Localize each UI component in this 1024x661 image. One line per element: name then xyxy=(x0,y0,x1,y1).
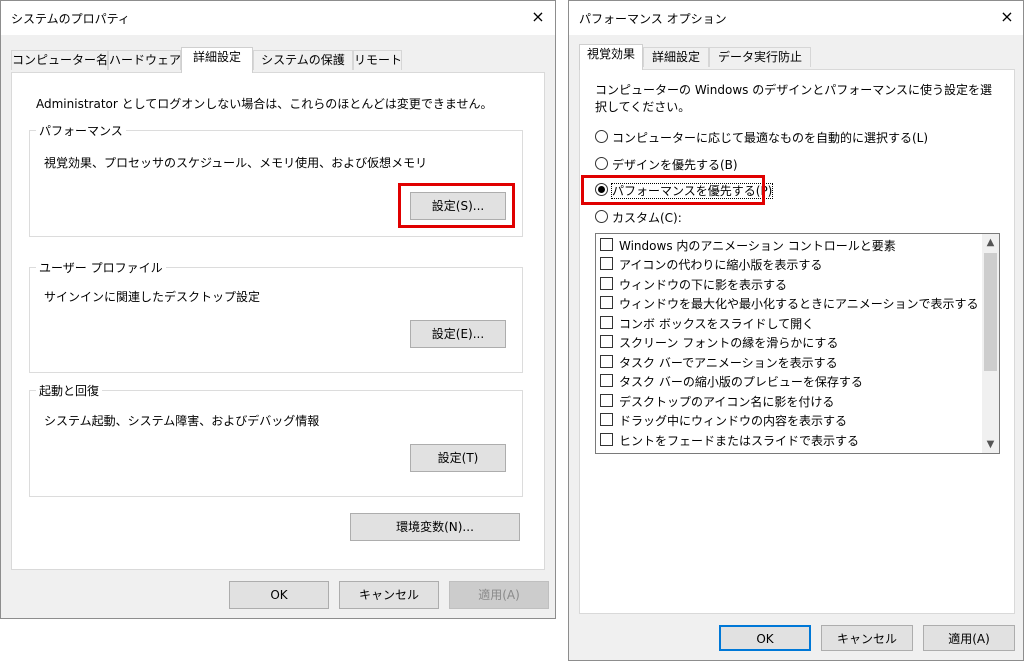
radio-button-selected[interactable] xyxy=(595,183,608,196)
tab-advanced[interactable]: 詳細設定 xyxy=(643,47,709,67)
scroll-up-icon[interactable]: ▲ xyxy=(982,234,999,251)
close-icon[interactable]: × xyxy=(523,6,553,28)
tab-remote[interactable]: リモート xyxy=(353,50,402,70)
checkbox[interactable] xyxy=(600,296,613,309)
startup-recovery-group: 起動と回復 システム起動、システム障害、およびデバッグ情報 設定(T) xyxy=(29,382,523,497)
ok-button[interactable]: OK xyxy=(229,581,329,609)
tab-visual-effects[interactable]: 視覚効果 xyxy=(579,44,643,70)
option-label: タスク バーの縮小版のプレビューを保存する xyxy=(619,375,863,389)
radio-best-performance[interactable]: パフォーマンスを優先する(P) xyxy=(595,182,774,200)
checkbox[interactable] xyxy=(600,374,613,387)
list-item[interactable]: ヒントをフェードまたはスライドで表示する xyxy=(600,432,859,450)
ok-button[interactable]: OK xyxy=(719,625,811,651)
user-profile-settings-button[interactable]: 設定(E)... xyxy=(410,320,506,348)
checkbox[interactable] xyxy=(600,394,613,407)
checkbox[interactable] xyxy=(600,335,613,348)
radio-button[interactable] xyxy=(595,157,608,170)
startup-recovery-description: システム起動、システム障害、およびデバッグ情報 xyxy=(44,414,320,428)
option-label: ウィンドウの下に影を表示する xyxy=(619,278,788,292)
radio-label: デザインを優先する(B) xyxy=(612,158,738,172)
tab-bar: 視覚効果 詳細設定 データ実行防止 xyxy=(579,44,819,70)
radio-label: コンピューターに応じて最適なものを自動的に選択する(L) xyxy=(612,131,929,145)
list-item[interactable]: Windows 内のアニメーション コントロールと要素 xyxy=(600,237,896,255)
title-bar: システムのプロパティ × xyxy=(1,1,555,35)
scroll-down-icon[interactable]: ▼ xyxy=(982,436,999,453)
environment-variables-button[interactable]: 環境変数(N)... xyxy=(350,513,520,541)
list-item[interactable]: ドラッグ中にウィンドウの内容を表示する xyxy=(600,412,847,430)
user-profile-group-title: ユーザー プロファイル xyxy=(36,259,166,276)
visual-effects-description: コンピューターの Windows のデザインとパフォーマンスに使う設定を選択して… xyxy=(595,83,992,114)
checkbox[interactable] xyxy=(600,257,613,270)
option-label: デスクトップのアイコン名に影を付ける xyxy=(619,395,835,409)
radio-label: パフォーマンスを優先する(P) xyxy=(610,183,774,199)
option-label: スクリーン フォントの縁を滑らかにする xyxy=(619,336,839,350)
user-profile-group: ユーザー プロファイル サインインに関連したデスクトップ設定 設定(E)... xyxy=(29,259,523,373)
advanced-panel: Administrator としてログオンしない場合は、これらのほとんどは変更で… xyxy=(11,72,545,570)
close-icon[interactable]: × xyxy=(992,6,1022,28)
dialog-title: パフォーマンス オプション xyxy=(579,12,727,26)
list-item[interactable]: コンボ ボックスをスライドして開く xyxy=(600,315,814,333)
checkbox[interactable] xyxy=(600,316,613,329)
radio-button[interactable] xyxy=(595,130,608,143)
performance-options-dialog: パフォーマンス オプション × 視覚効果 詳細設定 データ実行防止 コンピュータ… xyxy=(568,0,1024,661)
cancel-button[interactable]: キャンセル xyxy=(339,581,439,609)
option-label: Windows 内のアニメーション コントロールと要素 xyxy=(619,239,896,253)
list-item[interactable]: ウィンドウの下に影を表示する xyxy=(600,276,787,294)
title-bar: パフォーマンス オプション × xyxy=(569,1,1023,35)
performance-description: 視覚効果、プロセッサのスケジュール、メモリ使用、および仮想メモリ xyxy=(44,156,428,170)
checkbox[interactable] xyxy=(600,433,613,446)
admin-notice: Administrator としてログオンしない場合は、これらのほとんどは変更で… xyxy=(36,97,493,111)
tab-system-protection[interactable]: システムの保護 xyxy=(253,50,353,70)
tab-bar: コンピューター名 ハードウェア 詳細設定 システムの保護 リモート xyxy=(11,47,411,73)
radio-best-appearance[interactable]: デザインを優先する(B) xyxy=(595,156,738,174)
list-item[interactable]: スクリーン フォントの縁を滑らかにする xyxy=(600,334,838,352)
list-item[interactable]: タスク バーの縮小版のプレビューを保存する xyxy=(600,373,863,391)
radio-custom[interactable]: カスタム(C): xyxy=(595,209,682,227)
startup-recovery-settings-button[interactable]: 設定(T) xyxy=(410,444,506,472)
user-profile-description: サインインに関連したデスクトップ設定 xyxy=(44,290,261,304)
radio-label: カスタム(C): xyxy=(612,211,682,225)
radio-let-windows-choose[interactable]: コンピューターに応じて最適なものを自動的に選択する(L) xyxy=(595,129,928,147)
tab-data-execution-prevention[interactable]: データ実行防止 xyxy=(709,47,811,67)
tab-computer-name[interactable]: コンピューター名 xyxy=(11,50,108,70)
option-label: アイコンの代わりに縮小版を表示する xyxy=(619,258,823,272)
system-properties-dialog: システムのプロパティ × コンピューター名 ハードウェア 詳細設定 システムの保… xyxy=(0,0,556,619)
performance-group-title: パフォーマンス xyxy=(36,122,126,139)
tab-hardware[interactable]: ハードウェア xyxy=(108,50,181,70)
list-item[interactable]: ウィンドウを最大化や最小化するときにアニメーションで表示する xyxy=(600,295,979,313)
option-label: タスク バーでアニメーションを表示する xyxy=(619,356,838,370)
cancel-button[interactable]: キャンセル xyxy=(821,625,913,651)
checkbox[interactable] xyxy=(600,413,613,426)
scroll-thumb[interactable] xyxy=(984,253,997,371)
list-item[interactable]: タスク バーでアニメーションを表示する xyxy=(600,354,838,372)
option-label: コンボ ボックスをスライドして開く xyxy=(619,317,815,331)
visual-effects-list[interactable]: Windows 内のアニメーション コントロールと要素 アイコンの代わりに縮小版… xyxy=(595,233,1000,454)
apply-button[interactable]: 適用(A) xyxy=(923,625,1015,651)
radio-button[interactable] xyxy=(595,210,608,223)
option-label: ドラッグ中にウィンドウの内容を表示する xyxy=(619,414,848,428)
startup-recovery-group-title: 起動と回復 xyxy=(36,382,103,399)
option-label: ウィンドウを最大化や最小化するときにアニメーションで表示する xyxy=(619,297,979,311)
visual-effects-panel: コンピューターの Windows のデザインとパフォーマンスに使う設定を選択して… xyxy=(579,69,1015,614)
apply-button[interactable]: 適用(A) xyxy=(449,581,549,609)
checkbox[interactable] xyxy=(600,238,613,251)
list-item[interactable]: アイコンの代わりに縮小版を表示する xyxy=(600,256,822,274)
tab-advanced[interactable]: 詳細設定 xyxy=(181,47,253,73)
performance-settings-button[interactable]: 設定(S)... xyxy=(410,192,506,220)
option-label: ヒントをフェードまたはスライドで表示する xyxy=(619,434,860,448)
checkbox[interactable] xyxy=(600,355,613,368)
list-scrollbar[interactable]: ▲ ▼ xyxy=(982,234,999,453)
checkbox[interactable] xyxy=(600,277,613,290)
list-item[interactable]: デスクトップのアイコン名に影を付ける xyxy=(600,393,834,411)
performance-group: パフォーマンス 視覚効果、プロセッサのスケジュール、メモリ使用、および仮想メモリ… xyxy=(29,122,523,237)
dialog-title: システムのプロパティ xyxy=(11,12,130,26)
